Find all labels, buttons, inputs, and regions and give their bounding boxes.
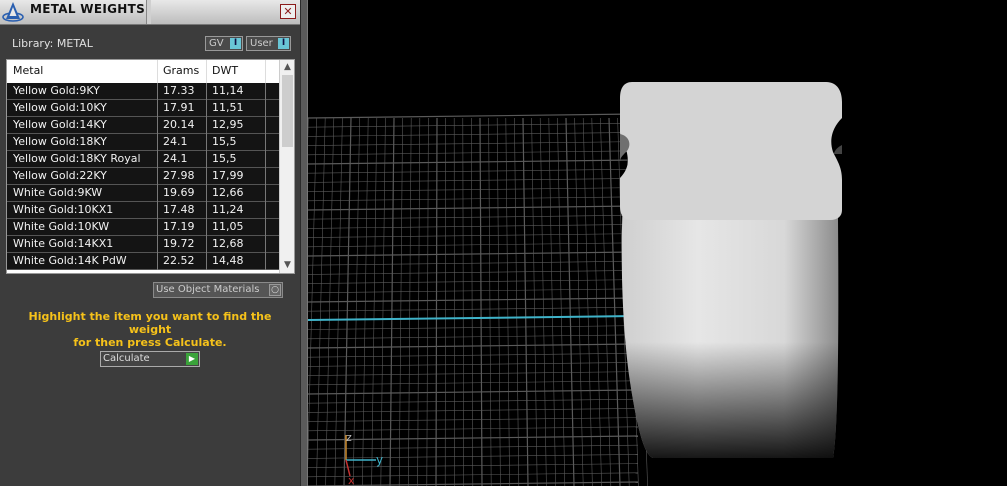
column-header-dwt[interactable]: DWT	[212, 64, 238, 77]
dwt-cell: 11,51	[212, 101, 244, 114]
metal-weights-panel: METAL WEIGHTS ✕ Library: METAL GV I User…	[0, 0, 300, 486]
use-object-materials-label: Use Object Materials	[156, 284, 260, 295]
ring-model[interactable]	[620, 82, 842, 458]
grams-cell: 17.19	[163, 220, 195, 233]
user-toggle-label: User	[250, 38, 273, 49]
close-button[interactable]: ✕	[280, 4, 296, 19]
user-toggle-indicator: I	[278, 38, 289, 49]
grams-cell: 20.14	[163, 118, 195, 131]
gv-toggle-label: GV	[209, 38, 224, 49]
table-row[interactable]: Yellow Gold:9KY 17.33 11,14	[7, 83, 279, 100]
window-title: METAL WEIGHTS	[30, 2, 146, 16]
calculate-button[interactable]: Calculate ▶	[100, 351, 200, 367]
play-arrow-icon: ▶	[186, 353, 198, 365]
metal-cell: White Gold:10KX1	[13, 203, 114, 216]
grams-cell: 27.98	[163, 169, 195, 182]
table-row[interactable]: Yellow Gold:10KY 17.91 11,51	[7, 100, 279, 117]
grams-cell: 24.1	[163, 152, 188, 165]
metal-cell: White Gold:9KW	[13, 186, 103, 199]
metal-cell: Yellow Gold:22KY	[13, 169, 107, 182]
grams-cell: 17.91	[163, 101, 195, 114]
table-row[interactable]: White Gold:14KX1 19.72 12,68	[7, 236, 279, 253]
dwt-cell: 12,95	[212, 118, 244, 131]
use-object-materials-checkbox[interactable]: Use Object Materials ○	[153, 282, 283, 298]
grams-cell: 24.1	[163, 135, 188, 148]
dwt-cell: 11,14	[212, 84, 244, 97]
grams-cell: 19.72	[163, 237, 195, 250]
metal-cell: White Gold:14KX1	[13, 237, 114, 250]
metal-cell: Yellow Gold:10KY	[13, 101, 107, 114]
grams-cell: 22.52	[163, 254, 195, 267]
table-row[interactable]: White Gold:10KW 17.19 11,05	[7, 219, 279, 236]
metal-cell: Yellow Gold:18KY	[13, 135, 107, 148]
title-bar[interactable]: METAL WEIGHTS ✕	[0, 0, 300, 25]
table-row[interactable]: Yellow Gold:18KY Royal 24.1 15,5	[7, 151, 279, 168]
axis-z-label: z	[346, 431, 352, 444]
dwt-cell: 15,5	[212, 152, 237, 165]
table-row[interactable]: White Gold:14K PdW 22.52 14,48	[7, 253, 279, 270]
dwt-cell: 12,66	[212, 186, 244, 199]
instruction-line-2: for then press Calculate.	[73, 336, 227, 349]
column-header-grams[interactable]: Grams	[163, 64, 199, 77]
dwt-cell: 15,5	[212, 135, 237, 148]
checkbox-icon[interactable]: ○	[269, 284, 281, 296]
metal-cell: Yellow Gold:14KY	[13, 118, 107, 131]
column-header-metal[interactable]: Metal	[13, 64, 43, 77]
instruction-line-1: Highlight the item you want to find the …	[28, 310, 272, 336]
title-tab-edge	[146, 0, 151, 24]
metal-table: Metal Grams DWT Yellow Gold:9KY 17.33 11,1…	[6, 59, 295, 274]
floor-grid	[308, 113, 648, 486]
table-row[interactable]: Yellow Gold:14KY 20.14 12,95	[7, 117, 279, 134]
dwt-cell: 17,99	[212, 169, 244, 182]
scroll-down-icon[interactable]: ▼	[282, 260, 293, 271]
user-toggle[interactable]: User I	[246, 36, 291, 51]
grams-cell: 19.69	[163, 186, 195, 199]
grams-cell: 17.33	[163, 84, 195, 97]
axis-y-label: y	[376, 453, 383, 467]
dwt-cell: 12,68	[212, 237, 244, 250]
metal-cell: Yellow Gold:18KY Royal	[13, 152, 141, 165]
app-logo-icon	[2, 1, 24, 23]
gv-toggle-indicator: I	[230, 38, 241, 49]
panel-splitter[interactable]	[300, 0, 308, 486]
instruction-text: Highlight the item you want to find the …	[10, 310, 290, 349]
viewport-canvas: z y x	[308, 82, 842, 486]
metal-cell: White Gold:14K PdW	[13, 254, 127, 267]
scroll-up-icon[interactable]: ▲	[282, 62, 293, 73]
table-row[interactable]: Yellow Gold:22KY 27.98 17,99	[7, 168, 279, 185]
grams-cell: 17.48	[163, 203, 195, 216]
axis-x-label: x	[348, 474, 355, 486]
dwt-cell: 14,48	[212, 254, 244, 267]
table-row[interactable]: Yellow Gold:18KY 24.1 15,5	[7, 134, 279, 151]
table-body: Yellow Gold:9KY 17.33 11,14 Yellow Gold:10K…	[7, 83, 279, 270]
library-label: Library:	[12, 37, 54, 50]
library-value: METAL	[56, 37, 93, 50]
dwt-cell: 11,05	[212, 220, 244, 233]
gv-toggle[interactable]: GV I	[205, 36, 243, 51]
metal-cell: Yellow Gold:9KY	[13, 84, 100, 97]
calculate-label: Calculate	[103, 353, 150, 364]
table-header: Metal Grams DWT	[7, 60, 279, 84]
library-indicator: Library: METAL	[12, 37, 93, 50]
scroll-thumb[interactable]	[282, 75, 293, 147]
table-row[interactable]: White Gold:9KW 19.69 12,66	[7, 185, 279, 202]
table-row[interactable]: White Gold:10KX1 17.48 11,24	[7, 202, 279, 219]
dwt-cell: 11,24	[212, 203, 244, 216]
table-scrollbar[interactable]: ▲ ▼	[279, 60, 294, 273]
metal-cell: White Gold:10KW	[13, 220, 110, 233]
3d-viewport[interactable]: z y x	[308, 0, 1007, 486]
